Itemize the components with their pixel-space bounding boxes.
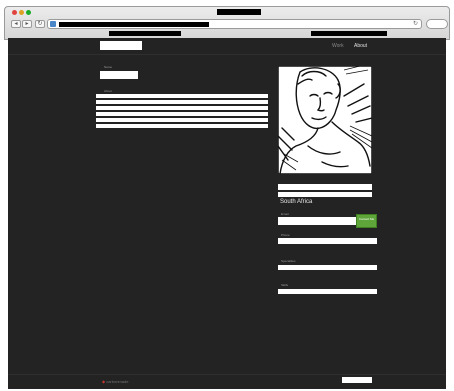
window-close-icon[interactable]	[12, 10, 17, 15]
about-line	[96, 118, 268, 122]
about-line	[96, 106, 268, 110]
search-field[interactable]	[426, 19, 448, 29]
back-arrow-icon[interactable]: ◂	[11, 20, 21, 28]
footer-divider	[8, 374, 446, 375]
tab-left-redacted[interactable]	[109, 31, 181, 36]
window-zoom-icon[interactable]	[26, 10, 31, 15]
forward-arrow-icon[interactable]: ▸	[22, 20, 32, 28]
specialties-value-redacted	[278, 265, 377, 270]
tab-right-redacted[interactable]	[311, 31, 387, 36]
header-divider	[8, 54, 446, 55]
reload-icon[interactable]: ↻	[35, 20, 45, 28]
about-line	[96, 112, 268, 116]
about-line	[96, 94, 268, 98]
carbonmade-logo-icon: ◆	[102, 379, 106, 384]
about-line	[96, 100, 268, 104]
window-title-redacted	[217, 9, 261, 15]
reload-page-icon[interactable]: ↻	[413, 21, 418, 27]
about-label: About	[104, 89, 112, 93]
footer-link-redacted[interactable]	[342, 377, 372, 383]
phone-label: Phone	[281, 233, 290, 237]
phone-value-redacted	[278, 238, 377, 244]
address-bar[interactable]: ↻	[47, 19, 422, 29]
url-text-redacted	[59, 22, 209, 27]
email-label: Email	[281, 212, 289, 216]
name-label: Name	[104, 65, 113, 69]
window-minimize-icon[interactable]	[19, 10, 24, 15]
name-value-redacted	[100, 71, 138, 79]
footer-logo[interactable]: ◆ carbonmade	[102, 379, 128, 384]
site-favicon-icon	[50, 21, 56, 27]
browser-chrome: ◂ ▸ ↻ ↻	[4, 6, 450, 40]
specialties-label: Specialties	[281, 259, 296, 263]
site-logo-redacted[interactable]	[100, 41, 142, 50]
page-content: Work About Name About South Africa Email…	[8, 38, 446, 389]
portrait-sketch	[278, 66, 372, 174]
profile-detail-redacted	[278, 192, 372, 197]
email-value-redacted	[278, 217, 364, 225]
nav-link-work[interactable]: Work	[332, 43, 344, 49]
footer-logo-text: carbonmade	[106, 379, 129, 384]
profile-portrait-drawing	[278, 66, 372, 174]
skills-value-redacted	[278, 289, 377, 294]
profile-detail-redacted	[278, 184, 372, 190]
nav-link-about[interactable]: About	[354, 43, 367, 49]
about-line	[96, 124, 268, 128]
contact-me-button[interactable]: Contact Me	[356, 214, 377, 228]
skills-label: Skills	[281, 283, 289, 287]
location-text: South Africa	[280, 199, 313, 205]
